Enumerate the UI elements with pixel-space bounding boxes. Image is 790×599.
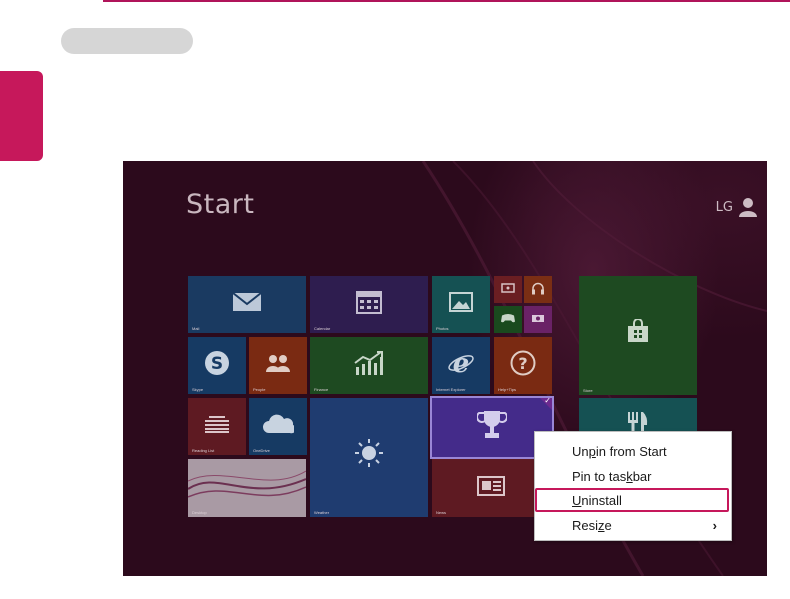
- user-icon: [739, 198, 757, 217]
- user-name: LG: [715, 199, 733, 215]
- tile-label: Desktop: [192, 510, 207, 515]
- tile-calendar[interactable]: Calendar: [310, 276, 428, 333]
- cloud-icon: [263, 414, 294, 434]
- start-title: Start: [186, 189, 255, 220]
- tile-label: Help+Tips: [498, 387, 516, 392]
- headphones-icon: [532, 283, 544, 295]
- tile-label: Mail: [192, 326, 200, 331]
- tile-label: Calendar: [314, 326, 331, 331]
- tile-skype[interactable]: S Skype: [188, 337, 246, 394]
- menu-item-pin-to-taskbar[interactable]: Pin to taskbar: [572, 469, 652, 484]
- question-icon: ?: [510, 350, 536, 376]
- photos-icon: [449, 292, 473, 313]
- check-icon: ✓: [544, 398, 551, 405]
- tile-label: Reading List: [192, 448, 215, 453]
- top-divider: [103, 0, 790, 2]
- mail-icon: [232, 292, 262, 312]
- tile-label: Skype: [192, 387, 204, 392]
- tile-label: News: [436, 510, 447, 515]
- tile-label: Weather: [314, 510, 330, 515]
- tile-onedrive[interactable]: OneDrive: [249, 398, 307, 455]
- calendar-icon: [356, 291, 382, 315]
- tile-people[interactable]: People: [249, 337, 307, 394]
- tile-label: People: [253, 387, 266, 392]
- menu-item-resize[interactable]: Resize: [572, 518, 612, 533]
- tile-label: OneDrive: [253, 448, 270, 453]
- tile-mail[interactable]: Mail: [188, 276, 306, 333]
- tile-label: Internet Explorer: [436, 387, 466, 392]
- context-menu: Unpin from Start Pin to taskbar Uninstal…: [534, 431, 732, 541]
- tile-internet-explorer[interactable]: e Internet Explorer: [432, 337, 490, 394]
- tile-label: Store: [583, 388, 593, 393]
- reading-list-icon: [205, 416, 229, 434]
- people-icon: [266, 355, 290, 373]
- sun-icon: [355, 438, 383, 467]
- tile-label: Finance: [314, 387, 329, 392]
- section-pill: [61, 28, 193, 54]
- svg-text:e: e: [453, 350, 470, 376]
- menu-item-uninstall[interactable]: Uninstall: [572, 493, 622, 508]
- tile-news[interactable]: News: [432, 459, 550, 517]
- side-tab: [0, 71, 43, 161]
- tile-photos[interactable]: Photos: [432, 276, 490, 333]
- skype-icon: S: [205, 351, 229, 376]
- menu-item-unpin-from-start[interactable]: Unpin from Start: [572, 444, 667, 459]
- svg-text:S: S: [211, 354, 223, 374]
- tile-store[interactable]: Store: [579, 276, 697, 395]
- camera-icon: [532, 315, 544, 323]
- news-icon: [477, 475, 505, 496]
- tile-video[interactable]: [494, 276, 522, 303]
- tile-reading-list[interactable]: Reading List: [188, 398, 246, 455]
- chevron-right-icon: ›: [712, 518, 717, 533]
- video-icon: [501, 283, 515, 294]
- tile-desktop[interactable]: Desktop: [188, 459, 306, 517]
- internet-explorer-icon: e: [448, 350, 474, 376]
- tile-games[interactable]: [494, 306, 522, 333]
- tile-music[interactable]: [524, 276, 552, 303]
- store-bag-icon: [628, 318, 648, 342]
- user-account[interactable]: LG: [716, 197, 757, 217]
- trophy-icon: [477, 411, 507, 439]
- desktop-wallpaper-icon: [188, 470, 306, 498]
- menu-item-highlight: [535, 488, 729, 512]
- start-screen: Start LG Mail Calendar Photos Store S Sk…: [123, 161, 767, 576]
- tile-label: Photos: [436, 326, 449, 331]
- tile-camera[interactable]: [524, 306, 552, 333]
- tile-help-tips[interactable]: ? Help+Tips: [494, 337, 552, 394]
- tile-weather[interactable]: Weather: [310, 398, 428, 517]
- gamepad-icon: [501, 314, 515, 323]
- svg-text:?: ?: [518, 354, 527, 373]
- tile-finance[interactable]: Finance: [310, 337, 428, 394]
- finance-chart-icon: [354, 351, 383, 376]
